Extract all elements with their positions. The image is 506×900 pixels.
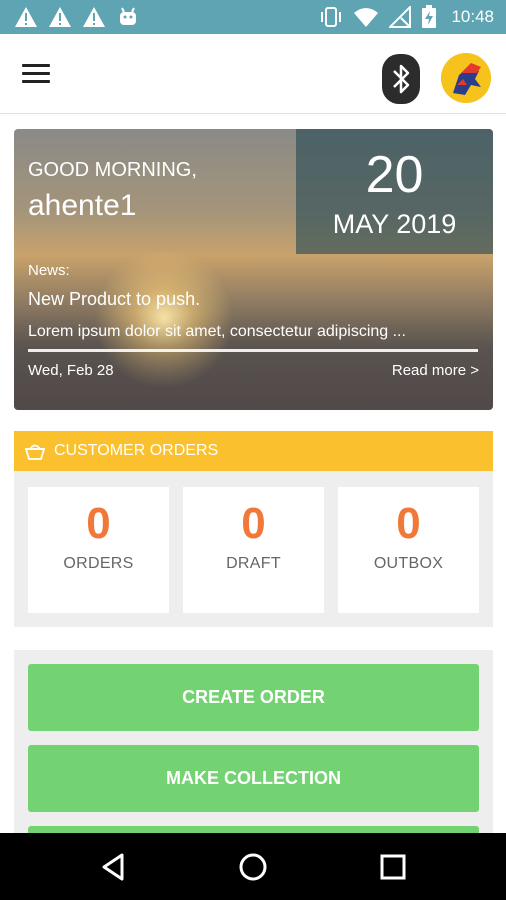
stat-value: 0 — [396, 499, 421, 548]
system-nav-bar — [0, 833, 506, 900]
news-divider — [28, 349, 478, 352]
stat-label: OUTBOX — [373, 555, 444, 572]
main-content: 20 MAY 2019 GOOD MORNING, ahente1 News: … — [0, 115, 506, 833]
date-month-year: MAY 2019 — [332, 209, 457, 239]
warning-icon — [49, 7, 71, 27]
back-icon[interactable] — [96, 850, 130, 884]
customer-orders-panel: CUSTOMER ORDERS 0 ORDERS 0 DRAFT 0 OUTBO… — [14, 431, 493, 627]
order-stats: 0 ORDERS 0 DRAFT 0 OUTBOX — [28, 487, 479, 613]
battery-charging-icon — [422, 5, 437, 28]
wifi-icon — [354, 8, 379, 27]
stat-outbox[interactable]: 0 OUTBOX — [338, 487, 479, 613]
bluetooth-button[interactable] — [382, 54, 420, 104]
bluetooth-icon — [393, 64, 410, 94]
date-day: 20 — [365, 146, 424, 204]
android-icon — [120, 7, 136, 25]
home-icon[interactable] — [236, 850, 270, 884]
actions-panel: CREATE ORDER MAKE COLLECTION — [14, 650, 493, 833]
news-label: News: — [28, 262, 70, 279]
greeting-card: 20 MAY 2019 GOOD MORNING, ahente1 News: … — [14, 129, 493, 410]
greeting-text: GOOD MORNING, — [28, 159, 197, 181]
read-more-link[interactable]: Read more > — [392, 362, 479, 379]
make-collection-button[interactable]: MAKE COLLECTION — [28, 745, 479, 812]
create-order-button[interactable]: CREATE ORDER — [28, 664, 479, 731]
stat-label: DRAFT — [226, 555, 281, 572]
stat-value: 0 — [86, 499, 111, 548]
stat-label: ORDERS — [63, 555, 134, 572]
news-date: Wed, Feb 28 — [28, 362, 114, 379]
recents-icon[interactable] — [376, 850, 410, 884]
date-panel: 20 MAY 2019 — [296, 129, 493, 254]
clock: 10:48 — [451, 7, 494, 26]
stat-value: 0 — [241, 499, 266, 548]
stat-draft[interactable]: 0 DRAFT — [183, 487, 324, 613]
news-body: Lorem ipsum dolor sit amet, consectetur … — [28, 323, 406, 340]
vibrate-icon — [321, 7, 342, 27]
warning-icon — [83, 7, 105, 27]
partial-action-button[interactable] — [28, 826, 479, 833]
avatar-image — [441, 53, 491, 103]
system-icons: 10:48 — [319, 5, 494, 29]
customer-orders-title: CUSTOMER ORDERS — [54, 442, 219, 459]
basket-icon — [25, 444, 45, 460]
username: ahente1 — [28, 189, 137, 222]
warning-icon — [15, 7, 37, 27]
avatar[interactable] — [441, 53, 491, 103]
status-bar: 10:48 — [0, 0, 506, 34]
stat-orders[interactable]: 0 ORDERS — [28, 487, 169, 613]
hamburger-icon[interactable] — [22, 64, 50, 84]
news-title: New Product to push. — [28, 289, 201, 309]
no-signal-icon — [389, 6, 412, 28]
customer-orders-header: CUSTOMER ORDERS — [14, 431, 493, 471]
notification-icons — [14, 6, 140, 28]
app-toolbar — [0, 34, 506, 114]
